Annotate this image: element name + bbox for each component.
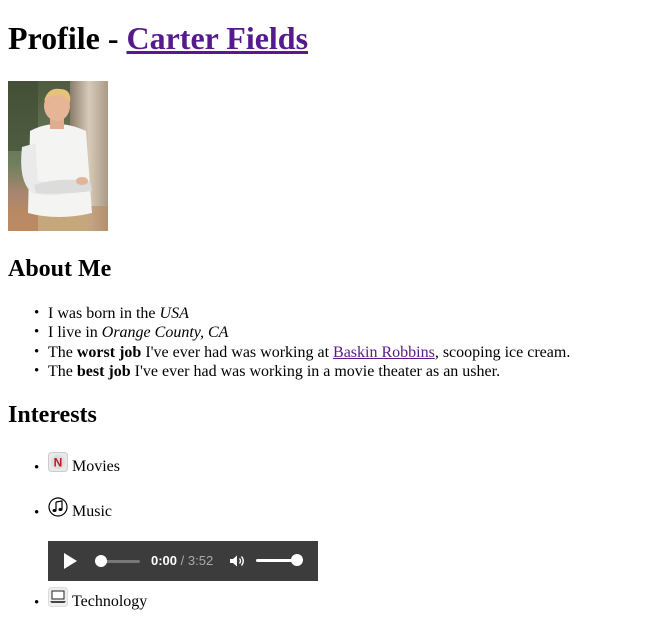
about-item-text: The [48, 363, 77, 380]
interest-label: Technology [72, 593, 148, 610]
interest-item-movies: N Movies [34, 452, 120, 478]
laptop-icon [48, 587, 68, 607]
current-time: 0:00 [151, 553, 178, 568]
volume-slider[interactable] [256, 559, 296, 562]
svg-text:N: N [54, 456, 63, 470]
interests-heading: Interests [8, 402, 97, 428]
music-note-icon [48, 497, 68, 517]
page-title: Profile - Carter Fields [8, 20, 308, 57]
duration: 3:52 [187, 553, 214, 568]
time-separator: / [177, 553, 188, 568]
about-item-strong: best job [76, 363, 131, 380]
about-item-text: I live in [48, 324, 102, 341]
about-item-live: I live in Orange County, CA [34, 323, 229, 342]
volume-icon[interactable] [229, 553, 245, 569]
about-item-emphasis: Orange County, CA [101, 324, 229, 341]
baskin-robbins-link[interactable]: Baskin Robbins [333, 344, 435, 361]
about-item-best-job: The best job I've ever had was working i… [34, 362, 501, 381]
about-item-text: I was born in the [48, 305, 160, 322]
profile-name-link[interactable]: Carter Fields [126, 20, 308, 56]
about-item-born: I was born in the USA [34, 304, 189, 323]
about-item-text: I've ever had was working in a movie the… [130, 363, 501, 380]
interest-item-music: Music [34, 497, 112, 523]
about-item-worst-job: The worst job I've ever had was working … [34, 343, 571, 362]
about-item-text: The [48, 344, 77, 361]
netflix-icon: N [48, 452, 68, 472]
profile-photo-image [8, 81, 108, 231]
audio-player: 0:00 / 3:52 [48, 541, 318, 581]
about-item-emphasis: USA [159, 305, 189, 322]
profile-photo [8, 81, 108, 231]
about-item-text: I've ever had was working at [141, 344, 334, 361]
interest-item-technology: Technology [34, 587, 148, 613]
about-heading: About Me [8, 256, 112, 282]
about-item-text: , scooping ice cream. [434, 344, 571, 361]
page-title-prefix: Profile - [8, 20, 127, 56]
play-button[interactable] [64, 553, 77, 569]
volume-handle[interactable] [291, 554, 303, 566]
time-display: 0:00 / 3:52 [151, 553, 213, 568]
seek-handle[interactable] [95, 555, 107, 567]
interest-label: Movies [72, 458, 120, 475]
interest-label: Music [72, 503, 112, 520]
about-item-strong: worst job [76, 344, 142, 361]
